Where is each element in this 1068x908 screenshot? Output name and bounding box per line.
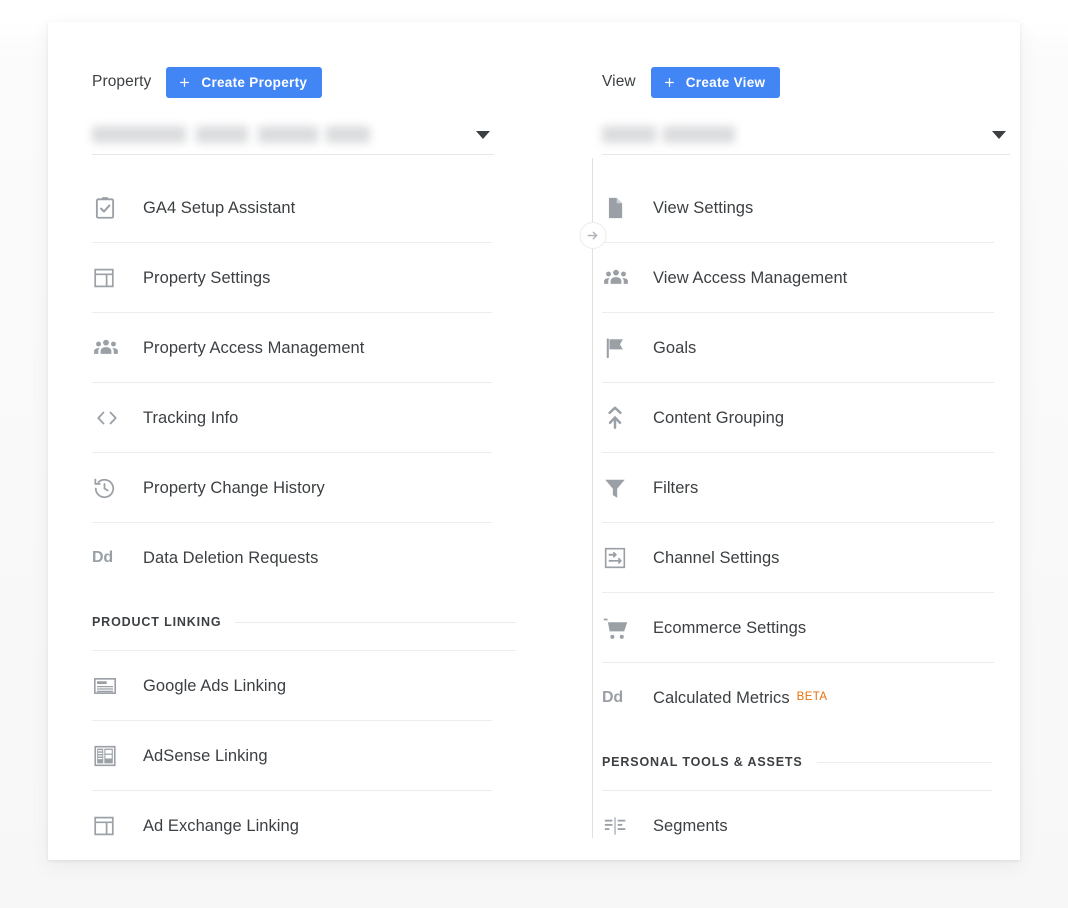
view-label: View bbox=[602, 73, 636, 91]
funnel-filter-icon bbox=[602, 475, 640, 501]
people-group-icon bbox=[602, 264, 640, 292]
menu-item-ecommerce-settings[interactable]: Ecommerce Settings bbox=[602, 593, 994, 663]
view-selector-value bbox=[602, 126, 735, 143]
menu-item-tracking-info[interactable]: Tracking Info bbox=[92, 383, 492, 453]
menu-item-segments[interactable]: Segments bbox=[602, 791, 994, 861]
view-selector[interactable] bbox=[602, 115, 1010, 155]
menu-item-ga4-setup-assistant[interactable]: GA4 Setup Assistant bbox=[92, 173, 492, 243]
menu-item-label: Channel Settings bbox=[653, 549, 779, 568]
property-column-header: Property Create Property bbox=[92, 63, 516, 101]
view-column-header: View Create View bbox=[602, 63, 992, 101]
menu-item-label: Goals bbox=[653, 339, 696, 358]
menu-item-label: GA4 Setup Assistant bbox=[143, 199, 295, 218]
menu-item-view-settings[interactable]: View Settings bbox=[602, 173, 994, 243]
channel-arrows-icon bbox=[602, 545, 640, 571]
menu-item-label: Property Access Management bbox=[143, 339, 364, 358]
menu-item-label: Ecommerce Settings bbox=[653, 619, 806, 638]
divider-toggle-button[interactable] bbox=[579, 222, 606, 249]
menu-item-property-access-management[interactable]: Property Access Management bbox=[92, 313, 492, 383]
menu-item-google-ads-linking[interactable]: Google Ads Linking bbox=[92, 651, 492, 721]
code-brackets-icon bbox=[92, 406, 130, 430]
ad-exchange-icon bbox=[92, 814, 130, 838]
menu-item-label: Google Ads Linking bbox=[143, 677, 286, 696]
menu-item-filters[interactable]: Filters bbox=[602, 453, 994, 523]
section-rule bbox=[235, 622, 516, 623]
dd-placeholder-icon: Dd bbox=[602, 690, 640, 706]
section-header-product-linking: PRODUCT LINKING bbox=[92, 593, 516, 651]
history-clock-icon bbox=[92, 476, 130, 501]
create-property-label: Create Property bbox=[201, 75, 307, 90]
admin-card: Property Create Property bbox=[48, 22, 1020, 860]
flag-icon bbox=[602, 335, 640, 361]
menu-item-ad-exchange-linking[interactable]: Ad Exchange Linking bbox=[92, 791, 492, 861]
section-title: PERSONAL TOOLS & ASSETS bbox=[602, 755, 817, 769]
menu-item-label: Calculated Metrics bbox=[653, 689, 790, 708]
admin-page: Property Create Property bbox=[0, 0, 1068, 908]
people-group-icon bbox=[92, 334, 130, 362]
section-header-personal-tools: PERSONAL TOOLS & ASSETS bbox=[602, 733, 992, 791]
menu-item-label: Property Settings bbox=[143, 269, 270, 288]
menu-item-label: AdSense Linking bbox=[143, 747, 268, 766]
segments-icon bbox=[602, 813, 640, 839]
property-column: Property Create Property bbox=[48, 22, 544, 860]
view-column: View Create View bbox=[544, 22, 1020, 860]
menu-item-label: Data Deletion Requests bbox=[143, 549, 318, 568]
menu-item-label: Ad Exchange Linking bbox=[143, 817, 299, 836]
create-view-label: Create View bbox=[686, 75, 766, 90]
section-rule bbox=[817, 762, 992, 763]
menu-item-label: Content Grouping bbox=[653, 409, 784, 428]
menu-item-label: Filters bbox=[653, 479, 698, 498]
menu-item-label: View Access Management bbox=[653, 269, 847, 288]
property-menu: GA4 Setup Assistant Property Settings bbox=[92, 173, 516, 861]
menu-item-property-settings[interactable]: Property Settings bbox=[92, 243, 492, 313]
menu-item-label: View Settings bbox=[653, 199, 753, 218]
menu-item-channel-settings[interactable]: Channel Settings bbox=[602, 523, 994, 593]
merge-arrow-icon bbox=[602, 405, 640, 431]
plus-icon bbox=[662, 75, 677, 90]
section-title: PRODUCT LINKING bbox=[92, 615, 235, 629]
chevron-down-icon bbox=[476, 131, 490, 139]
menu-item-label: Tracking Info bbox=[143, 409, 238, 428]
property-selector-value bbox=[92, 126, 370, 143]
dd-placeholder-icon: Dd bbox=[92, 550, 130, 566]
document-icon bbox=[602, 195, 640, 221]
property-label: Property bbox=[92, 73, 151, 91]
menu-item-view-access-management[interactable]: View Access Management bbox=[602, 243, 994, 313]
admin-columns: Property Create Property bbox=[48, 22, 1020, 860]
create-property-button[interactable]: Create Property bbox=[166, 67, 322, 98]
google-ads-icon bbox=[92, 673, 130, 699]
menu-item-adsense-linking[interactable]: AdSense Linking bbox=[92, 721, 492, 791]
property-selector[interactable] bbox=[92, 115, 494, 155]
arrow-right-circle-icon bbox=[585, 228, 600, 243]
plus-icon bbox=[177, 75, 192, 90]
create-view-button[interactable]: Create View bbox=[651, 67, 781, 98]
clipboard-check-icon bbox=[92, 195, 130, 221]
menu-item-label: Segments bbox=[653, 817, 728, 836]
view-menu: View Settings bbox=[602, 173, 992, 861]
web-layout-icon bbox=[92, 266, 130, 290]
menu-item-calculated-metrics[interactable]: Dd Calculated Metrics BETA bbox=[602, 663, 994, 733]
chevron-down-icon bbox=[992, 131, 1006, 139]
column-divider bbox=[592, 158, 593, 838]
menu-item-label: Property Change History bbox=[143, 479, 325, 498]
menu-item-data-deletion-requests[interactable]: Dd Data Deletion Requests bbox=[92, 523, 492, 593]
menu-item-goals[interactable]: Goals bbox=[602, 313, 994, 383]
shopping-cart-icon bbox=[602, 615, 640, 642]
menu-item-property-change-history[interactable]: Property Change History bbox=[92, 453, 492, 523]
beta-badge: BETA bbox=[797, 691, 828, 703]
adsense-icon bbox=[92, 743, 130, 769]
menu-item-content-grouping[interactable]: Content Grouping bbox=[602, 383, 994, 453]
